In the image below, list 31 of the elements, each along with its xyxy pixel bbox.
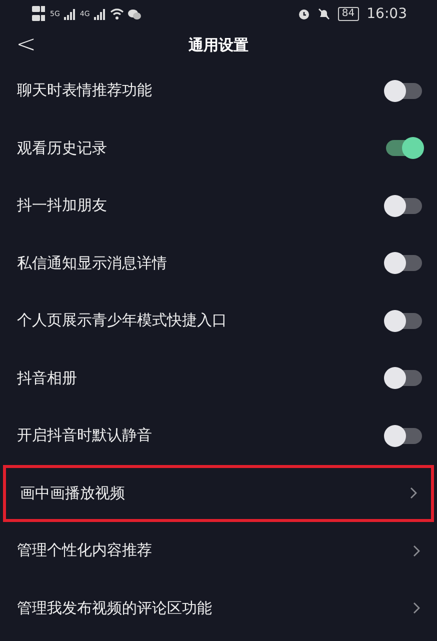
- toggle-switch[interactable]: [386, 255, 422, 272]
- setting-label: 抖一抖加朋友: [17, 196, 107, 216]
- setting-label: 私信通知显示消息详情: [17, 254, 167, 273]
- wifi-icon: [110, 8, 124, 20]
- setting-label: 观看历史记录: [17, 138, 107, 158]
- highlighted-row[interactable]: 画中画播放视频: [3, 464, 434, 522]
- setting-label: 个人页展示青少年模式快捷入口: [17, 311, 227, 330]
- chevron-icon: [413, 544, 420, 557]
- toggle-switch[interactable]: [386, 370, 422, 386]
- chevron-icon: [410, 487, 417, 500]
- alarm-icon: [298, 8, 310, 20]
- back-button[interactable]: <: [16, 30, 36, 58]
- setting-label: 开启抖音时默认静音: [17, 426, 152, 446]
- toggle-switch[interactable]: [386, 312, 422, 329]
- mute-bell-icon: [318, 8, 330, 20]
- setting-label: 管理我发布视频的评论区功能: [17, 598, 212, 618]
- page-title: 通用设置: [188, 36, 248, 54]
- chevron-icon: [413, 602, 420, 614]
- signal-icon: [64, 8, 76, 20]
- setting-label: 画中画播放视频: [20, 484, 125, 503]
- setting-label: 聊天时表情推荐功能: [17, 81, 152, 100]
- toggle-switch[interactable]: [386, 140, 422, 156]
- toggle-switch[interactable]: [386, 198, 422, 214]
- battery-level: 84: [338, 7, 359, 21]
- toggle-switch[interactable]: [386, 82, 422, 99]
- status-time: 16:03: [366, 6, 407, 22]
- toggle-switch[interactable]: [386, 428, 422, 444]
- chat-icon: [128, 8, 141, 20]
- signal-icon: [94, 8, 106, 20]
- setting-label: 管理个性化内容推荐: [17, 541, 152, 560]
- setting-label: 抖音相册: [17, 368, 77, 388]
